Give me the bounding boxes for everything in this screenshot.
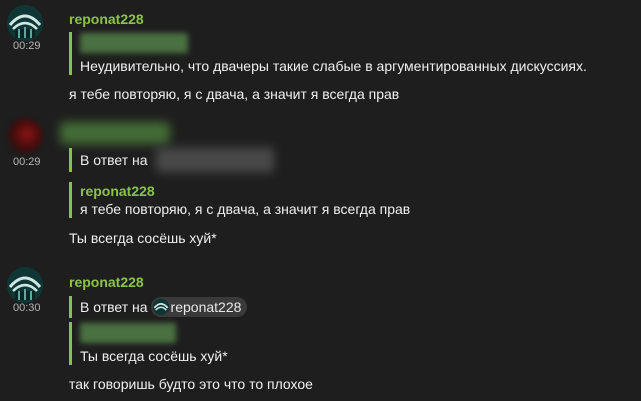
avatar-image	[7, 5, 43, 41]
message-time: 00:29	[13, 40, 41, 52]
quote-text: Неудивительно, что двачеры такие слабые …	[80, 58, 587, 74]
avatar[interactable]	[7, 267, 43, 303]
avatar-image	[7, 267, 43, 303]
mention-avatar-icon	[152, 299, 169, 315]
user-mention[interactable]: reponat228	[150, 297, 248, 317]
reply-label: В ответ на	[80, 299, 148, 315]
blurred-author	[80, 33, 188, 53]
blurred-reply-target	[155, 148, 274, 172]
message-text: я тебе повторяю, я с двача, а значит я в…	[69, 86, 400, 102]
message: 00:29 reponat228 Неудивительно, что двач…	[0, 0, 641, 110]
blurred-author	[80, 323, 176, 343]
message-time: 00:29	[13, 156, 41, 168]
quoted-message[interactable]: Неудивительно, что двачеры такие слабые …	[69, 32, 587, 75]
message: 00:30 reponat228 В ответ на reponat228 Т…	[0, 262, 641, 401]
reply-label: В ответ на	[80, 152, 148, 168]
quote-text: я тебе повторяю, я с двача, а значит я в…	[80, 201, 411, 217]
quote-text: Ты всегда сосёшь хуй*	[80, 348, 228, 364]
message-time: 00:30	[13, 302, 41, 314]
message-text: Ты всегда сосёшь хуй*	[69, 230, 217, 246]
message-text: так говоришь будто это что то плохое	[69, 376, 313, 392]
message-author[interactable]: reponat228	[69, 274, 144, 290]
quoted-message[interactable]: Ты всегда сосёшь хуй*	[69, 322, 228, 365]
message: 00:29 В ответ на reponat228 я тебе повто…	[0, 112, 641, 252]
reply-header[interactable]: В ответ на reponat228	[69, 296, 248, 318]
avatar[interactable]	[7, 5, 43, 41]
message-author[interactable]: reponat228	[69, 11, 144, 27]
reply-header[interactable]: В ответ на	[69, 148, 274, 172]
quoted-message[interactable]: reponat228 я тебе повторяю, я с двача, а…	[69, 182, 410, 218]
quote-author: reponat228	[80, 183, 155, 199]
avatar[interactable]	[7, 118, 43, 154]
mention-name: reponat228	[170, 299, 242, 315]
blurred-author	[60, 122, 170, 144]
